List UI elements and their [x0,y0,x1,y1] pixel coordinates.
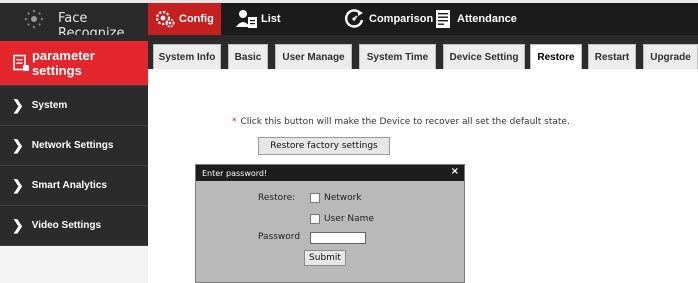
nav-comparison-label: Comparison [369,13,434,25]
parameter-settings-icon [13,54,29,71]
submit-button[interactable]: Submit [304,250,346,266]
sidebar: parameter settings ❯ System ❯ Network Se… [0,35,148,283]
restore-notice: * Click this button will make the Device … [232,117,570,127]
sidebar-empty-area [0,245,148,283]
required-star: * [232,117,237,127]
network-option-label: Network [324,193,362,203]
restore-factory-settings-button[interactable]: Restore factory settings [258,137,390,155]
face-recognize-logo-icon [24,9,44,29]
sidebar-item-network-settings[interactable]: ❯ Network Settings [0,125,148,165]
nav-list[interactable]: List [236,3,281,35]
tab-system-info[interactable]: System Info [153,44,221,69]
sidebar-item-label: Smart Analytics [31,180,107,191]
tab-system-time[interactable]: System Time [359,44,436,69]
dialog-titlebar: Enter password! × [196,165,464,181]
sidebar-item-system[interactable]: ❯ System [0,85,148,125]
username-checkbox[interactable] [310,214,320,224]
password-dialog: Enter password! × Restore: Network User … [195,164,465,283]
restore-notice-text: Click this button will make the Device t… [240,117,570,127]
sidebar-item-label: Video Settings [31,220,102,231]
sidebar-item-smart-analytics[interactable]: ❯ Smart Analytics [0,165,148,205]
attendance-icon [436,10,450,28]
nav-attendance-label: Attendance [457,13,517,25]
network-checkbox[interactable] [310,193,320,203]
chevron-right-icon: ❯ [12,177,24,193]
tab-device-setting[interactable]: Device Setting [443,44,525,69]
nav-attendance[interactable]: Attendance [434,3,517,35]
password-input[interactable] [310,232,366,244]
tab-restart[interactable]: Restart [588,44,636,69]
tab-strip: System Info Basic User Manage System Tim… [148,35,698,69]
list-icon [236,10,257,28]
password-label: Password [258,232,301,242]
sidebar-item-video-settings[interactable]: ❯ Video Settings [0,205,148,245]
chevron-right-icon: ❯ [12,137,24,153]
config-icon [155,10,175,28]
nav-config[interactable]: Config [148,3,221,35]
tab-restore[interactable]: Restore [530,44,582,69]
nav-comparison[interactable]: Comparison [344,3,433,35]
dialog-title: Enter password! [202,168,268,178]
sidebar-item-label: System [31,100,68,111]
comparison-icon [345,9,364,28]
nav-config-label: Config [179,13,214,25]
brand: Face Recognize [0,3,148,41]
tab-user-manage[interactable]: User Manage [275,44,352,69]
restore-label: Restore: [258,193,296,203]
chevron-right-icon: ❯ [12,97,24,113]
sidebar-item-label: Network Settings [31,140,114,151]
sidebar-header[interactable]: parameter settings [0,41,148,85]
tab-upgrade[interactable]: Upgrade [643,44,698,69]
chevron-right-icon: ❯ [12,217,24,233]
close-icon[interactable]: × [451,166,459,177]
sidebar-header-label: parameter settings [31,48,95,78]
top-navigation-bar: Face Recognize Config List Comparison At… [0,3,698,41]
tab-basic[interactable]: Basic [228,44,268,69]
username-option-label: User Name [324,214,374,224]
nav-list-label: List [261,13,281,25]
